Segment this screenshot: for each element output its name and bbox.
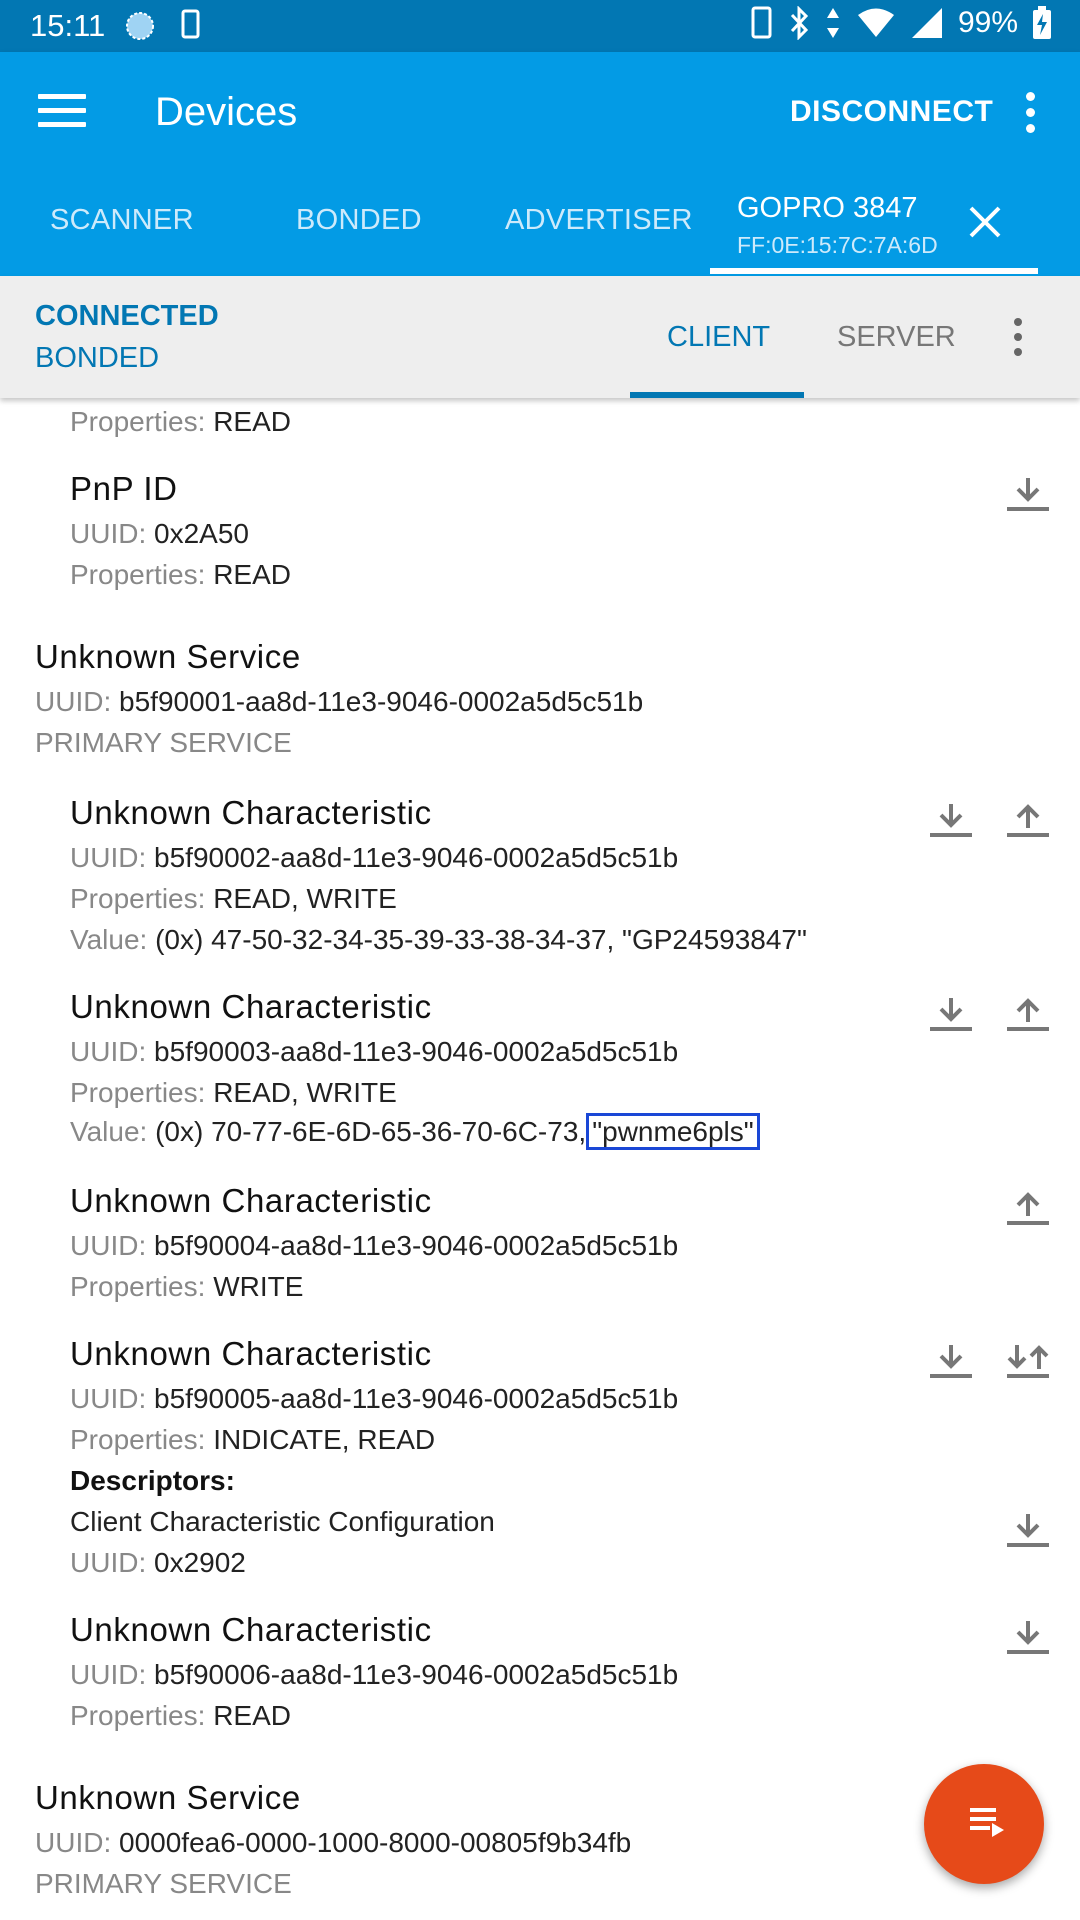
sync-notification-icon xyxy=(126,12,154,40)
tab-device-name[interactable]: GOPRO 3847 xyxy=(737,192,918,225)
characteristic-properties: Properties: READ, WRITE xyxy=(70,1077,397,1108)
read-download-icon[interactable] xyxy=(1005,1510,1051,1554)
data-arrows-icon xyxy=(826,8,839,38)
read-download-icon[interactable] xyxy=(928,800,974,844)
read-download-icon[interactable] xyxy=(1005,474,1051,518)
characteristic-uuid: UUID: b5f90005-aa8d-11e3-9046-0002a5d5c5… xyxy=(70,1383,679,1414)
write-upload-icon[interactable] xyxy=(1005,994,1051,1038)
characteristic-value: Value: (0x) 70-77-6E-6D-65-36-70-6C-73, "… xyxy=(70,1113,760,1150)
read-download-icon[interactable] xyxy=(928,1341,974,1385)
service-uuid: UUID: b5f90001-aa8d-11e3-9046-0002a5d5c5… xyxy=(35,686,644,717)
characteristic-properties: Properties: INDICATE, READ xyxy=(70,1424,436,1455)
highlighted-value: "pwnme6pls" xyxy=(586,1113,760,1150)
descriptor-uuid: UUID: 0x2902 xyxy=(70,1547,246,1578)
log-fab-button[interactable] xyxy=(924,1764,1044,1884)
service-name: Unknown Service xyxy=(35,1779,301,1816)
indicate-toggle-icon[interactable] xyxy=(1005,1341,1051,1385)
characteristic-name: PnP ID xyxy=(70,470,178,507)
connection-bar: CONNECTED BONDED CLIENT SERVER xyxy=(0,276,1080,398)
page-title: Devices xyxy=(155,90,298,134)
characteristic-uuid: UUID: b5f90004-aa8d-11e3-9046-0002a5d5c5… xyxy=(70,1230,679,1261)
read-download-icon[interactable] xyxy=(928,994,974,1038)
characteristic-name: Unknown Characteristic xyxy=(70,794,432,831)
disconnect-button[interactable]: DISCONNECT xyxy=(790,95,993,129)
characteristic-uuid: UUID: b5f90006-aa8d-11e3-9046-0002a5d5c5… xyxy=(70,1659,679,1690)
close-tab-icon[interactable] xyxy=(968,205,1002,239)
write-upload-icon[interactable] xyxy=(1005,1188,1051,1232)
tab-client[interactable]: CLIENT xyxy=(667,321,770,354)
descriptor-name: Client Characteristic Configuration xyxy=(70,1506,495,1537)
vibrate-icon xyxy=(751,6,772,39)
characteristic-value: Value: (0x) 47-50-32-34-35-39-33-38-34-3… xyxy=(70,924,807,955)
app-bar: Devices DISCONNECT SCANNER BONDED ADVERT… xyxy=(0,52,1080,276)
battery-icon xyxy=(1033,6,1051,39)
characteristic-properties: Properties: WRITE xyxy=(70,1271,304,1302)
phone-notification-icon xyxy=(181,9,200,39)
wifi-icon xyxy=(857,8,894,37)
write-upload-icon[interactable] xyxy=(1005,800,1051,844)
tab-indicator xyxy=(710,268,1038,274)
characteristic-name: Unknown Characteristic xyxy=(70,1182,432,1219)
characteristic-name: Unknown Characteristic xyxy=(70,1335,432,1372)
tab-scanner[interactable]: SCANNER xyxy=(50,204,194,237)
log-list-icon xyxy=(970,1808,1004,1837)
characteristic-name: Unknown Characteristic xyxy=(70,1611,432,1648)
read-download-icon[interactable] xyxy=(1005,1617,1051,1661)
characteristic-properties: Properties: READ xyxy=(70,559,291,590)
tab-device-address[interactable]: FF:0E:15:7C:7A:6D xyxy=(737,232,938,259)
connection-overflow-icon[interactable] xyxy=(1014,318,1024,363)
characteristic-properties: Properties: READ, WRITE xyxy=(70,883,397,914)
service-name: Unknown Service xyxy=(35,638,301,675)
characteristic-uuid: UUID: b5f90002-aa8d-11e3-9046-0002a5d5c5… xyxy=(70,842,679,873)
battery-percent: 99% xyxy=(957,6,1018,39)
bluetooth-icon xyxy=(790,6,809,40)
bond-state: BONDED xyxy=(35,342,160,374)
characteristic-name: Unknown Characteristic xyxy=(70,988,432,1025)
tab-advertiser[interactable]: ADVERTISER xyxy=(505,204,693,237)
service-uuid: UUID: 0000fea6-0000-1000-8000-00805f9b34… xyxy=(35,1827,632,1858)
service-list: Properties: READ PnP ID UUID: 0x2A50 Pro… xyxy=(0,398,1080,1920)
status-time: 15:11 xyxy=(30,8,106,43)
connection-state: CONNECTED xyxy=(35,300,219,332)
tab-server[interactable]: SERVER xyxy=(837,321,956,354)
characteristic-uuid: UUID: 0x2A50 xyxy=(70,518,249,549)
characteristic-properties: Properties: READ xyxy=(70,1700,291,1731)
menu-icon[interactable] xyxy=(38,94,86,128)
client-tab-indicator xyxy=(630,392,804,398)
cell-signal-icon xyxy=(911,8,942,38)
list-item-partial: Properties: READ xyxy=(70,406,291,437)
status-bar: 15:11 99% xyxy=(0,0,1080,52)
overflow-menu-icon[interactable] xyxy=(1026,92,1038,140)
service-type: PRIMARY SERVICE xyxy=(35,727,292,758)
service-type: PRIMARY SERVICE xyxy=(35,1868,292,1899)
characteristic-uuid: UUID: b5f90003-aa8d-11e3-9046-0002a5d5c5… xyxy=(70,1036,679,1067)
descriptors-heading: Descriptors: xyxy=(70,1465,235,1496)
tab-bonded[interactable]: BONDED xyxy=(296,204,422,237)
